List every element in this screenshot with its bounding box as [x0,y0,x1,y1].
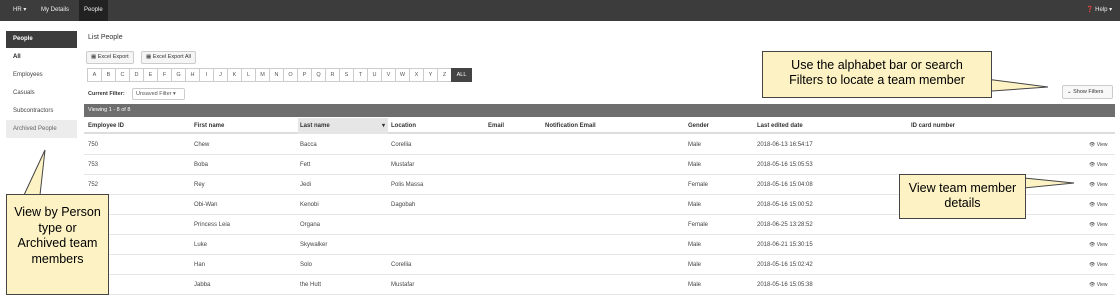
callout-view-details: View team member details [899,174,1026,219]
callout-alphabet-search: Use the alphabet bar or search Filters t… [762,51,992,98]
callout-tails [23,77,1075,196]
callout-person-type: View by Person type or Archived team mem… [6,194,109,295]
